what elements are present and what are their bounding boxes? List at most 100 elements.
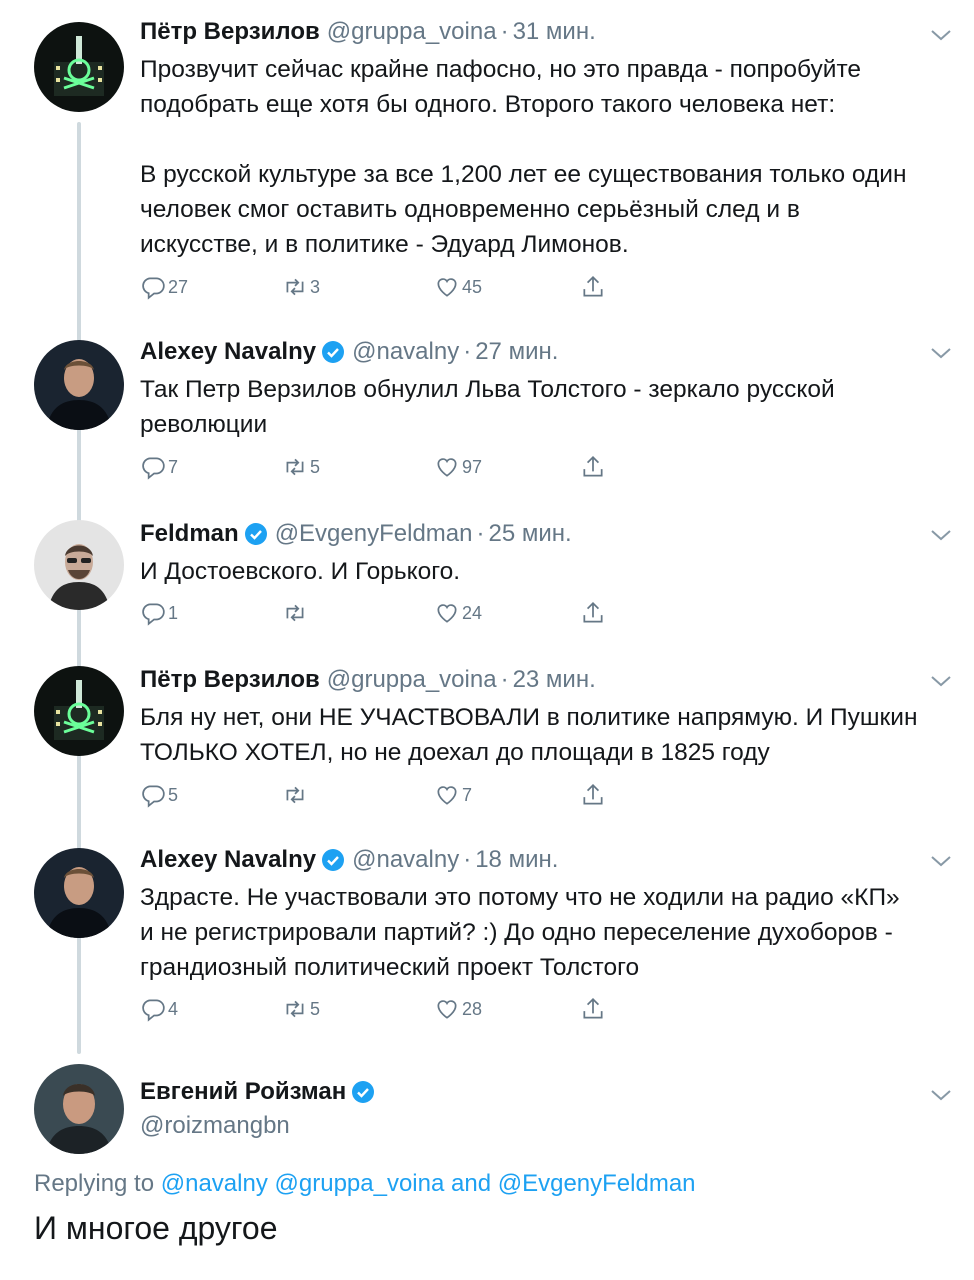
retweet-button[interactable]: 5: [282, 996, 320, 1022]
chevron-down-icon[interactable]: [930, 346, 952, 360]
like-button[interactable]: 7: [434, 782, 472, 808]
chevron-down-icon[interactable]: [930, 28, 952, 42]
retweet-icon: [286, 1000, 304, 1018]
retweet-button[interactable]: [282, 782, 310, 808]
timestamp[interactable]: 27 мин.: [475, 334, 558, 370]
author-handle[interactable]: @gruppa_voina: [327, 14, 497, 50]
tweet-text: И многое другое: [34, 1210, 278, 1246]
share-button[interactable]: [580, 996, 606, 1022]
like-button[interactable]: 97: [434, 454, 482, 480]
chevron-down-icon[interactable]: [930, 854, 952, 868]
verified-badge-icon: [244, 523, 267, 545]
retweet-count: 5: [310, 456, 321, 477]
like-count: 97: [462, 456, 483, 477]
retweet-icon: [286, 458, 304, 476]
avatar[interactable]: [34, 848, 124, 938]
retweet-icon: [286, 786, 304, 804]
like-icon: [437, 278, 457, 297]
avatar[interactable]: [34, 666, 124, 756]
avatar[interactable]: [34, 1064, 124, 1154]
like-icon: [437, 458, 457, 477]
reply-button[interactable]: 27: [140, 274, 188, 300]
reply-button[interactable]: 1: [140, 600, 178, 626]
retweet-icon: [286, 604, 304, 622]
retweet-count: 5: [310, 998, 321, 1019]
reply-button[interactable]: 7: [140, 454, 178, 480]
share-button[interactable]: [580, 600, 606, 626]
like-count: 7: [462, 784, 473, 805]
verified-badge-icon: [322, 849, 345, 871]
separator-dot: ·: [463, 338, 472, 365]
mention-link[interactable]: @navalny: [161, 1170, 268, 1197]
like-count: 28: [462, 998, 483, 1019]
like-icon: [437, 1000, 457, 1019]
separator-dot: ·: [463, 846, 472, 873]
mention-link[interactable]: @gruppa_voina: [275, 1170, 445, 1197]
reply-count: 1: [168, 602, 179, 623]
author-name[interactable]: Пётр Верзилов: [140, 14, 320, 50]
author-name[interactable]: Feldman: [140, 516, 239, 552]
retweet-count: 3: [310, 276, 321, 297]
avatar[interactable]: [34, 340, 124, 430]
timestamp[interactable]: 23 мин.: [513, 662, 596, 698]
author-name[interactable]: Евгений Ройзман: [140, 1074, 346, 1110]
tweet-text: Так Петр Верзилов обнулил Льва Толстого …: [140, 376, 835, 438]
author-name[interactable]: Alexey Navalny: [140, 842, 316, 878]
share-button[interactable]: [580, 782, 606, 808]
timestamp[interactable]: 18 мин.: [475, 842, 558, 878]
author-handle[interactable]: @EvgenyFeldman: [275, 516, 473, 552]
share-icon: [583, 276, 603, 297]
timestamp[interactable]: 31 мин.: [513, 14, 596, 50]
chevron-down-icon[interactable]: [930, 528, 952, 542]
chevron-down-icon[interactable]: [930, 1088, 952, 1102]
mention-link[interactable]: @EvgenyFeldman: [498, 1170, 696, 1197]
retweet-button[interactable]: 3: [282, 274, 320, 300]
reply-count: 5: [168, 784, 179, 805]
author-handle[interactable]: @gruppa_voina: [327, 662, 497, 698]
tweet-text: Здрасте. Не участвовали это потому что н…: [140, 884, 900, 981]
and-word: and: [451, 1170, 492, 1197]
author-handle[interactable]: @roizmangbn: [140, 1112, 950, 1140]
avatar[interactable]: [34, 22, 124, 112]
avatar[interactable]: [34, 520, 124, 610]
separator-dot: ·: [500, 18, 509, 45]
like-icon: [437, 786, 457, 805]
like-count: 45: [462, 276, 483, 297]
like-icon: [437, 604, 457, 623]
chevron-down-icon[interactable]: [930, 674, 952, 688]
reply-count: 4: [168, 998, 179, 1019]
author-handle[interactable]: @navalny: [352, 334, 459, 370]
like-count: 24: [462, 602, 483, 623]
like-button[interactable]: 45: [434, 274, 482, 300]
retweet-button[interactable]: [282, 600, 310, 626]
share-button[interactable]: [580, 274, 606, 300]
replying-prefix: Replying to: [34, 1170, 155, 1197]
tweet-text: Прозвучит сейчас крайне пафосно, но это …: [140, 56, 907, 258]
tweet-text: И Достоевского. И Горького.: [140, 558, 461, 585]
reply-count: 7: [168, 456, 179, 477]
tweet-text: Бля ну нет, они НЕ УЧАСТВОВАЛИ в политик…: [140, 704, 918, 766]
reply-button[interactable]: 4: [140, 996, 178, 1022]
reply-button[interactable]: 5: [140, 782, 178, 808]
author-name[interactable]: Пётр Верзилов: [140, 662, 320, 698]
verified-badge-icon: [322, 341, 345, 363]
separator-dot: ·: [476, 520, 485, 547]
reply-icon: [142, 785, 165, 808]
replying-to-line: Replying to @navalny @gruppa_voina and @…: [34, 1170, 696, 1198]
author-handle[interactable]: @navalny: [352, 842, 459, 878]
reply-count: 27: [168, 276, 189, 297]
share-icon: [583, 784, 603, 805]
author-name[interactable]: Alexey Navalny: [140, 334, 316, 370]
share-button[interactable]: [580, 454, 606, 480]
like-button[interactable]: 24: [434, 600, 482, 626]
reply-icon: [142, 457, 165, 480]
retweet-button[interactable]: 5: [282, 454, 320, 480]
share-icon: [583, 456, 603, 477]
like-button[interactable]: 28: [434, 996, 482, 1022]
reply-icon: [142, 999, 165, 1022]
timestamp[interactable]: 25 мин.: [488, 516, 571, 552]
verified-badge-icon: [352, 1081, 375, 1103]
separator-dot: ·: [500, 666, 509, 693]
reply-icon: [142, 277, 165, 300]
share-icon: [583, 602, 603, 623]
